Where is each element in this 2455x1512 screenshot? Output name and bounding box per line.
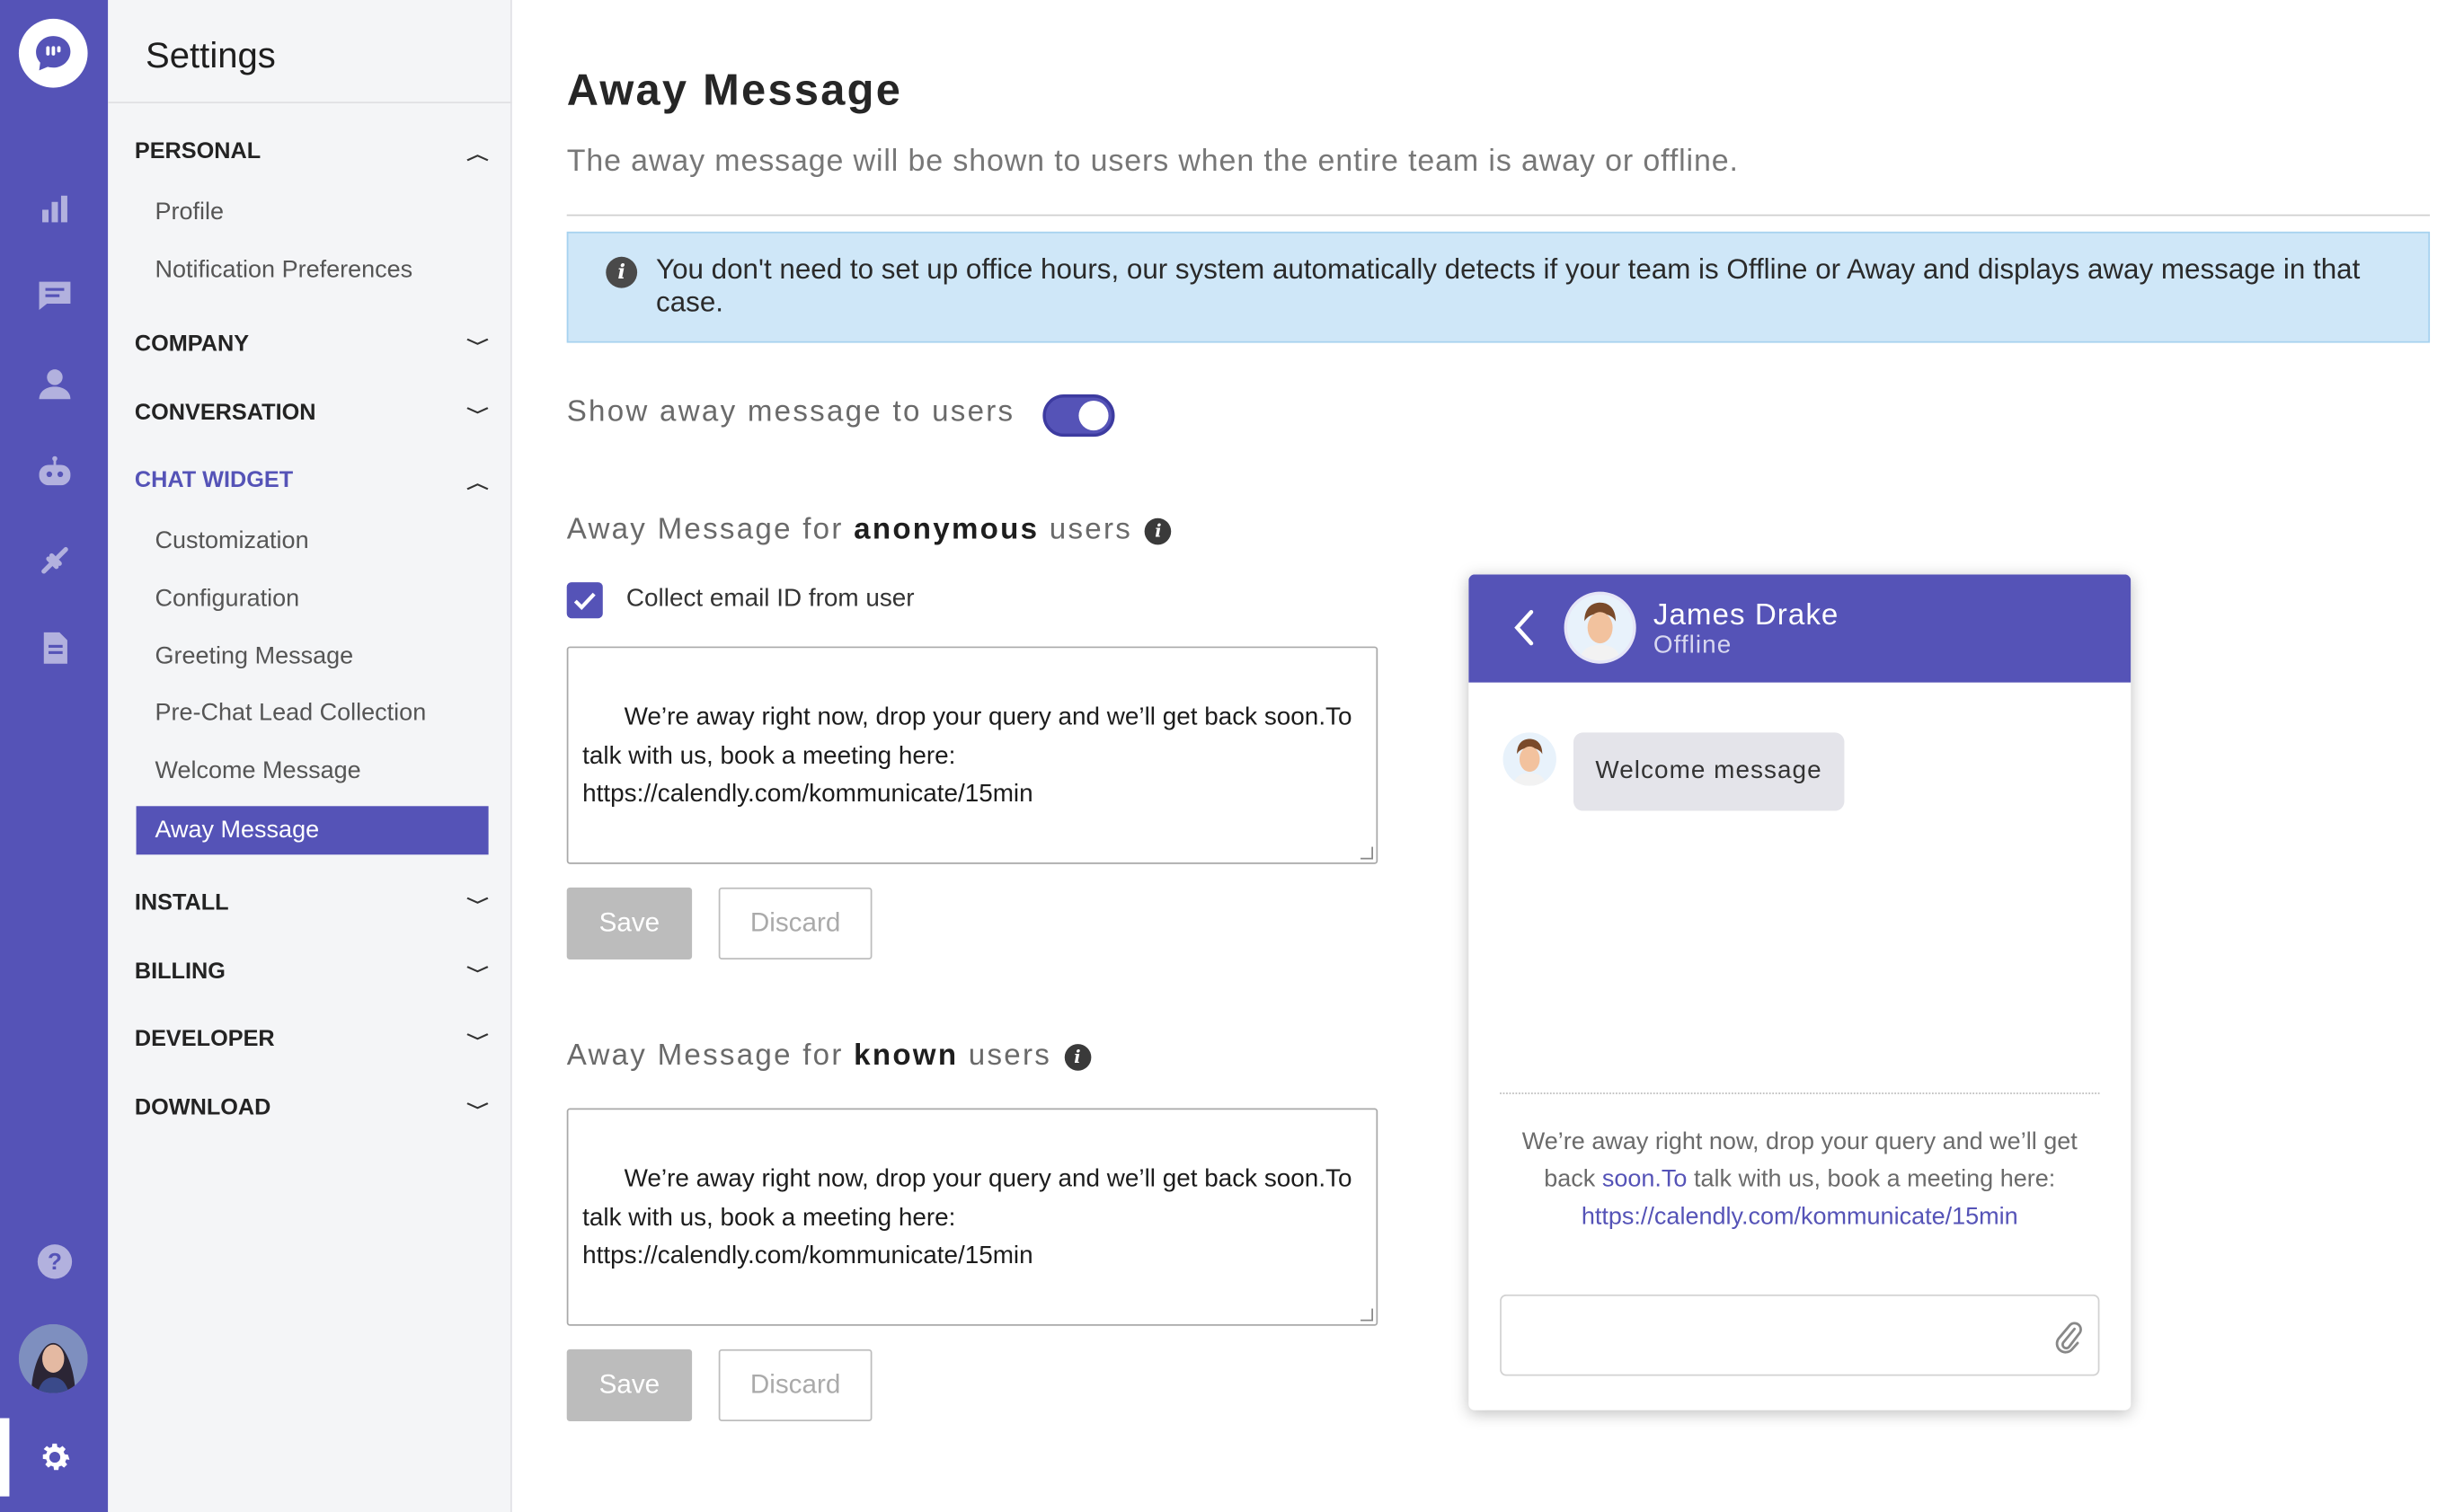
sidebar-item-customization[interactable]: Customization bbox=[155, 527, 308, 555]
chevron-down-icon: ﹀ bbox=[466, 897, 489, 915]
chevron-down-icon: ﹀ bbox=[466, 1033, 489, 1051]
anonymous-message-textarea[interactable]: We’re away right now, drop your query an… bbox=[566, 646, 1378, 864]
back-arrow-icon[interactable] bbox=[1512, 609, 1534, 655]
info-icon: i bbox=[606, 256, 638, 288]
known-section-label: Away Message for known users i bbox=[567, 1039, 1091, 1074]
section-company[interactable]: COMPANY ﹀ bbox=[134, 327, 489, 361]
section-label: PERSONAL bbox=[134, 139, 261, 164]
settings-title: Settings bbox=[146, 34, 276, 75]
calendly-link[interactable]: https://calendly.com/kommunicate/15min bbox=[1582, 1204, 2018, 1231]
known-save-button[interactable]: Save bbox=[566, 1348, 693, 1422]
page-description: The away message will be shown to users … bbox=[566, 144, 1739, 179]
users-icon[interactable] bbox=[0, 352, 108, 415]
analytics-icon[interactable] bbox=[0, 177, 108, 240]
anonymous-section-label: Away Message for anonymous users i bbox=[567, 513, 1172, 547]
known-discard-button[interactable]: Discard bbox=[718, 1348, 873, 1422]
attachment-icon[interactable] bbox=[2054, 1318, 2082, 1364]
divider bbox=[1500, 1092, 2100, 1094]
section-personal[interactable]: PERSONAL ︿ bbox=[134, 135, 489, 169]
chevron-down-icon: ﹀ bbox=[466, 407, 489, 426]
section-billing[interactable]: BILLING ﹀ bbox=[134, 955, 489, 989]
section-download[interactable]: DOWNLOAD ﹀ bbox=[134, 1091, 489, 1125]
agent-name: James Drake bbox=[1653, 599, 1839, 632]
resize-handle-icon[interactable] bbox=[1360, 846, 1373, 860]
link-text[interactable]: soon.To bbox=[1602, 1166, 1688, 1193]
divider bbox=[566, 214, 2431, 217]
app-root: ? Settings PERSONAL ︿ Profile Notificati… bbox=[0, 0, 2455, 1512]
agent-avatar-small bbox=[1502, 732, 1556, 786]
info-icon[interactable]: i bbox=[1145, 517, 1172, 544]
sidebar-item-welcome-message[interactable]: Welcome Message bbox=[155, 757, 360, 785]
section-label: BILLING bbox=[134, 959, 226, 985]
settings-panel: Settings PERSONAL ︿ Profile Notification… bbox=[108, 0, 512, 1512]
chevron-down-icon: ﹀ bbox=[466, 339, 489, 357]
info-text: You don't need to set up office hours, o… bbox=[656, 253, 2361, 318]
bot-icon[interactable] bbox=[0, 441, 108, 504]
reports-icon[interactable] bbox=[0, 616, 108, 679]
section-label: DEVELOPER bbox=[134, 1026, 275, 1052]
settings-gear-icon[interactable] bbox=[0, 1426, 108, 1489]
conversations-icon[interactable] bbox=[0, 264, 108, 327]
section-label: CHAT WIDGET bbox=[134, 467, 294, 493]
icon-rail: ? bbox=[0, 0, 109, 1512]
sidebar-item-notification-preferences[interactable]: Notification Preferences bbox=[155, 257, 412, 285]
chevron-up-icon: ︿ bbox=[466, 146, 489, 164]
main-content: Away Message The away message will be sh… bbox=[512, 0, 2455, 1512]
sidebar-item-pre-chat-lead-collection[interactable]: Pre-Chat Lead Collection bbox=[155, 700, 426, 728]
section-developer[interactable]: DEVELOPER ﹀ bbox=[134, 1022, 489, 1057]
section-label: INSTALL bbox=[134, 890, 229, 916]
section-label: COMPANY bbox=[134, 332, 250, 358]
anonymous-save-button[interactable]: Save bbox=[566, 887, 693, 960]
collect-email-label: Collect email ID from user bbox=[625, 585, 915, 613]
known-message-textarea[interactable]: We’re away right now, drop your query an… bbox=[566, 1108, 1378, 1326]
toggle-knob bbox=[1078, 401, 1109, 431]
chevron-down-icon: ﹀ bbox=[466, 1102, 489, 1120]
sidebar-item-away-message[interactable]: Away Message bbox=[136, 806, 489, 855]
user-avatar[interactable] bbox=[18, 1323, 88, 1393]
resize-handle-icon[interactable] bbox=[1360, 1308, 1373, 1322]
page-title: Away Message bbox=[566, 66, 903, 115]
section-chat-widget[interactable]: CHAT WIDGET ︿ bbox=[134, 464, 489, 498]
chat-message-input[interactable] bbox=[1500, 1294, 2100, 1376]
chat-logo-icon[interactable] bbox=[18, 18, 88, 88]
chat-header: James Drake Offline bbox=[1468, 574, 2132, 683]
svg-text:?: ? bbox=[47, 1248, 61, 1275]
show-away-message-toggle[interactable] bbox=[1042, 394, 1115, 438]
section-conversation[interactable]: CONVERSATION ﹀ bbox=[134, 396, 489, 430]
sidebar-item-profile[interactable]: Profile bbox=[155, 199, 224, 226]
help-icon[interactable]: ? bbox=[0, 1230, 108, 1293]
sidebar-item-greeting-message[interactable]: Greeting Message bbox=[155, 643, 353, 671]
info-icon[interactable]: i bbox=[1064, 1043, 1091, 1070]
section-label: CONVERSATION bbox=[134, 401, 316, 426]
collect-email-checkbox[interactable] bbox=[566, 582, 603, 619]
away-message-preview: We’re away right now, drop your query an… bbox=[1521, 1128, 2078, 1231]
agent-avatar bbox=[1564, 591, 1636, 664]
sidebar-item-configuration[interactable]: Configuration bbox=[155, 586, 299, 614]
chevron-up-icon: ︿ bbox=[466, 474, 489, 492]
chevron-down-icon: ﹀ bbox=[466, 966, 489, 985]
section-label: DOWNLOAD bbox=[134, 1095, 271, 1121]
agent-status: Offline bbox=[1653, 632, 1733, 659]
section-install[interactable]: INSTALL ﹀ bbox=[134, 886, 489, 920]
integrations-icon[interactable] bbox=[0, 529, 108, 592]
chat-widget-preview: James Drake Offline Welcome message We’r… bbox=[1468, 574, 2132, 1410]
info-banner: i You don't need to set up office hours,… bbox=[566, 231, 2431, 343]
welcome-message-bubble: Welcome message bbox=[1573, 732, 1845, 811]
anonymous-discard-button[interactable]: Discard bbox=[718, 887, 873, 960]
toggle-label: Show away message to users bbox=[566, 395, 1015, 429]
divider bbox=[108, 102, 512, 103]
